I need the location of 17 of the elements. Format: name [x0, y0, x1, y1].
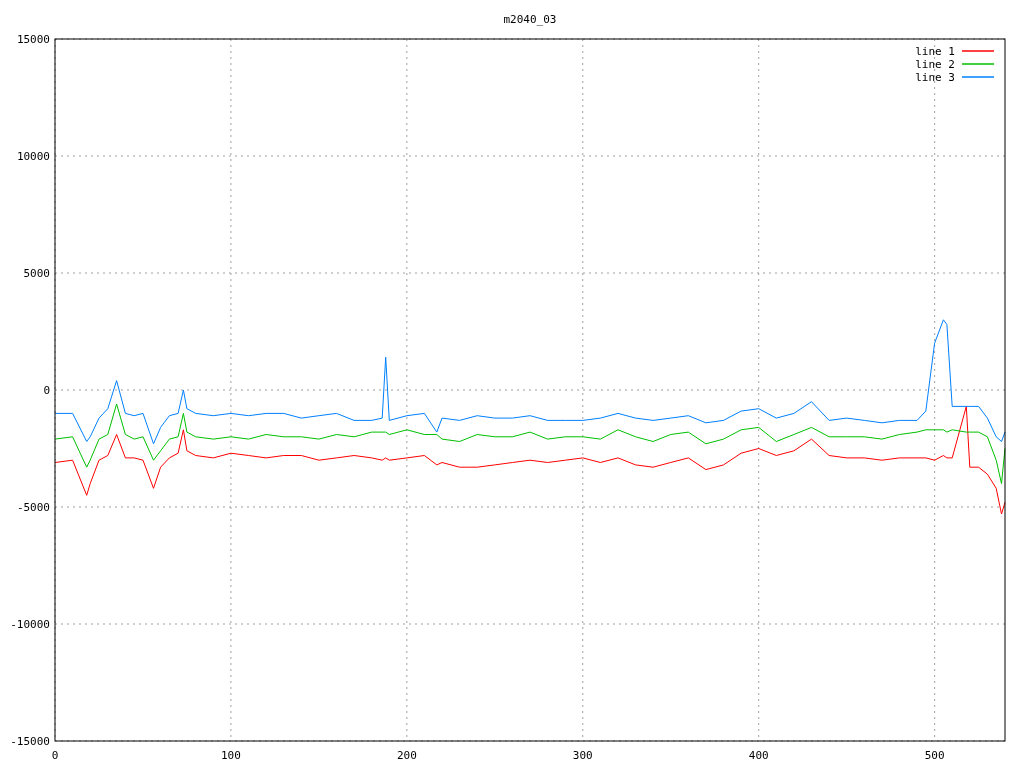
legend-label: line 2 [915, 58, 955, 71]
axis-tick-label: 300 [572, 749, 593, 762]
axis-tick-label: -5000 [16, 501, 50, 514]
axis-tick-label: 0 [43, 384, 50, 397]
axis-tick-label: 400 [748, 749, 769, 762]
axis-tick-label: 100 [221, 749, 241, 762]
legend-label: line 1 [915, 45, 955, 58]
axis-tick-label: -15000 [10, 735, 50, 748]
axis-tick-label: 10000 [16, 150, 50, 163]
axis-tick-label: 200 [396, 749, 417, 762]
axis-tick-label: 5000 [23, 267, 50, 280]
chart-title: m2040_03 [503, 13, 557, 26]
axis-tick-label: 0 [51, 749, 59, 762]
legend-label: line 3 [915, 71, 955, 84]
axis-tick-label: 15000 [16, 33, 50, 46]
axis-tick-label: -10000 [10, 618, 50, 631]
axis-tick-label: 500 [924, 749, 945, 762]
